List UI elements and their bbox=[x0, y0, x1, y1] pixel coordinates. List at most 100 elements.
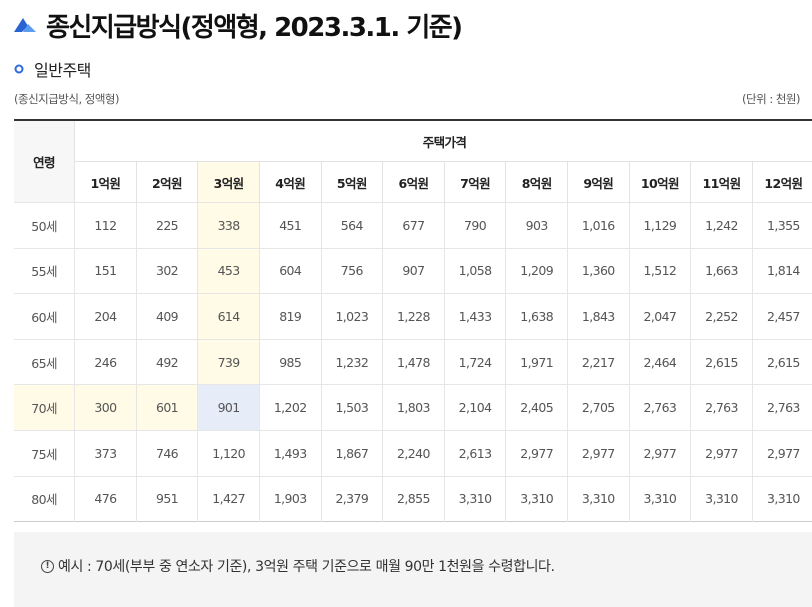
payment-cell: 2,615 bbox=[751, 338, 812, 385]
payment-cell: 1,209 bbox=[505, 247, 568, 294]
price-column-header: 9억원 bbox=[566, 161, 630, 203]
payment-cell: 2,405 bbox=[505, 384, 568, 431]
payment-cell: 601 bbox=[135, 384, 198, 431]
payment-cell: 2,977 bbox=[751, 429, 812, 477]
payment-cell: 2,615 bbox=[690, 338, 753, 385]
age-cell: 55세 bbox=[14, 247, 75, 294]
payment-cell: 2,763 bbox=[628, 384, 691, 431]
payment-cell: 1,814 bbox=[751, 247, 812, 294]
payment-cell: 476 bbox=[74, 475, 137, 522]
payment-cell: 2,977 bbox=[690, 429, 753, 477]
payment-cell: 2,240 bbox=[382, 429, 445, 477]
price-column-header: 2억원 bbox=[135, 161, 198, 203]
payment-cell: 1,058 bbox=[443, 247, 506, 294]
table-row: 70세 300 601 901 1,202 1,503 1,803 2,104 2,405 2,7… bbox=[14, 384, 812, 431]
age-cell: 75세 bbox=[14, 429, 75, 477]
payment-cell: 1,016 bbox=[566, 202, 630, 249]
payment-cell: 739 bbox=[197, 338, 260, 385]
age-cell: 50세 bbox=[14, 202, 75, 249]
example-note-text: 예시 : 70세(부부 중 연소자 기준), 3억원 주택 기준으로 매월 90… bbox=[58, 559, 555, 575]
payment-cell: 1,493 bbox=[258, 429, 322, 477]
payment-cell: 756 bbox=[320, 247, 383, 294]
payment-cell: 1,242 bbox=[690, 202, 753, 249]
payment-cell: 1,478 bbox=[382, 338, 445, 385]
payment-cell: 1,433 bbox=[443, 293, 506, 340]
payment-cell: 373 bbox=[74, 429, 137, 477]
age-cell: 80세 bbox=[14, 475, 75, 522]
payment-cell: 1,202 bbox=[258, 384, 322, 431]
payment-cell: 901 bbox=[197, 384, 260, 431]
table-row: 80세 476 951 1,427 1,903 2,379 2,855 3,310 3,310 3… bbox=[14, 475, 812, 522]
price-column-header: 3억원 bbox=[197, 161, 260, 203]
payment-cell: 2,104 bbox=[443, 384, 506, 431]
section-subtitle-container: 일반주택 bbox=[14, 57, 91, 81]
payment-cell: 604 bbox=[258, 247, 322, 294]
payment-cell: 2,047 bbox=[628, 293, 691, 340]
payment-cell: 2,379 bbox=[320, 475, 383, 522]
payment-cell: 1,503 bbox=[320, 384, 383, 431]
payment-cell: 1,228 bbox=[382, 293, 445, 340]
payment-cell: 453 bbox=[197, 247, 260, 294]
payment-cell: 819 bbox=[258, 293, 322, 340]
payment-cell: 1,803 bbox=[382, 384, 445, 431]
payment-cell: 2,855 bbox=[382, 475, 445, 522]
page-title: 종신지급방식(정액형, 2023.3.1. 기준) bbox=[46, 12, 463, 43]
payment-cell: 302 bbox=[135, 247, 198, 294]
payment-cell: 2,464 bbox=[628, 338, 691, 385]
payment-cell: 1,232 bbox=[320, 338, 383, 385]
payment-cell: 1,360 bbox=[566, 247, 630, 294]
price-column-header: 4억원 bbox=[258, 161, 322, 203]
table-row: 75세 373 746 1,120 1,493 1,867 2,240 2,613 2,977 2… bbox=[14, 429, 812, 477]
payment-cell: 3,310 bbox=[751, 475, 812, 522]
section-subtitle: 일반주택 bbox=[34, 61, 91, 80]
payment-cell: 2,457 bbox=[751, 293, 812, 340]
page-title-container: 종신지급방식(정액형, 2023.3.1. 기준) bbox=[14, 8, 463, 43]
payment-cell: 246 bbox=[74, 338, 137, 385]
payment-cell: 2,763 bbox=[751, 384, 812, 431]
payment-cell: 151 bbox=[74, 247, 137, 294]
payment-cell: 338 bbox=[197, 202, 260, 249]
mountain-logo-icon bbox=[14, 18, 36, 32]
pension-table: 연령 주택가격 1억원 2억원 3억원 4억원 5억원 6억원 7억원 8억원 9억원 10억원 1… bbox=[14, 119, 812, 523]
payment-cell: 1,724 bbox=[443, 338, 506, 385]
payment-cell: 204 bbox=[74, 293, 137, 340]
table-row: 65세 246 492 739 985 1,232 1,478 1,724 1,971 2,217… bbox=[14, 338, 812, 385]
payment-cell: 112 bbox=[74, 202, 137, 249]
payment-cell: 2,613 bbox=[443, 429, 506, 477]
payment-cell: 225 bbox=[135, 202, 198, 249]
payment-cell: 614 bbox=[197, 293, 260, 340]
price-column-header: 10억원 bbox=[628, 161, 691, 203]
age-cell: 65세 bbox=[14, 338, 75, 385]
price-group-header: 주택가격 bbox=[74, 120, 812, 162]
payment-cell: 3,310 bbox=[690, 475, 753, 522]
payment-cell: 1,512 bbox=[628, 247, 691, 294]
payment-cell: 2,977 bbox=[628, 429, 691, 477]
payment-cell: 3,310 bbox=[443, 475, 506, 522]
payment-cell: 985 bbox=[258, 338, 322, 385]
payment-cell: 1,427 bbox=[197, 475, 260, 522]
payment-cell: 1,355 bbox=[751, 202, 812, 249]
price-column-header: 1억원 bbox=[74, 161, 137, 203]
exclamation-icon: ! bbox=[41, 560, 54, 573]
price-column-header: 12억원 bbox=[751, 161, 812, 203]
payment-cell: 1,638 bbox=[505, 293, 568, 340]
payment-cell: 1,023 bbox=[320, 293, 383, 340]
circle-bullet-icon bbox=[14, 64, 24, 74]
price-column-header: 6억원 bbox=[382, 161, 445, 203]
table-row: 60세 204 409 614 819 1,023 1,228 1,433 1,638 1,843… bbox=[14, 293, 812, 340]
price-column-header: 8억원 bbox=[505, 161, 568, 203]
payment-cell: 2,217 bbox=[566, 338, 630, 385]
payment-cell: 1,663 bbox=[690, 247, 753, 294]
table-caption: (종신지급방식, 정액형) bbox=[14, 92, 120, 106]
payment-cell: 1,903 bbox=[258, 475, 322, 522]
age-cell: 60세 bbox=[14, 293, 75, 340]
price-column-header: 11억원 bbox=[690, 161, 753, 203]
payment-cell: 2,977 bbox=[505, 429, 568, 477]
payment-cell: 2,977 bbox=[566, 429, 630, 477]
payment-cell: 1,843 bbox=[566, 293, 630, 340]
payment-cell: 3,310 bbox=[566, 475, 630, 522]
payment-cell: 2,705 bbox=[566, 384, 630, 431]
payment-cell: 746 bbox=[135, 429, 198, 477]
payment-cell: 907 bbox=[382, 247, 445, 294]
price-column-header: 7억원 bbox=[443, 161, 506, 203]
